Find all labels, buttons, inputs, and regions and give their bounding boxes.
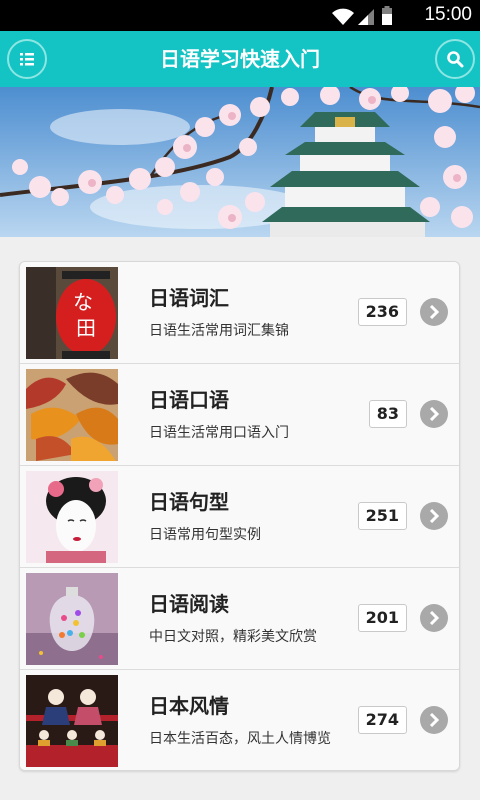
page-title: 日语学习快速入门 (160, 47, 320, 71)
item-title: 日语口语 (149, 388, 229, 412)
item-description: 日本生活百态，风土人情博览 (149, 731, 331, 747)
count-badge: 201 (357, 604, 407, 632)
confetti-jar-image (26, 573, 118, 665)
list-item[interactable]: 日语阅读 中日文对照，精彩美文欣赏 201 (20, 568, 459, 670)
thumbnail-lantern: な 田 (26, 267, 118, 359)
thumbnail-leaves (26, 369, 118, 461)
count-badge: 251 (357, 502, 407, 530)
item-title: 日语句型 (149, 490, 229, 514)
item-description: 日语常用句型实例 (149, 527, 261, 543)
chevron-right-icon[interactable] (420, 502, 448, 530)
chevron-right-icon[interactable] (420, 604, 448, 632)
list-item[interactable]: 日本风情 日本生活百态，风土人情博览 274 (20, 670, 459, 770)
status-time: 15:00 (424, 4, 472, 25)
status-bar: 15:00 (0, 0, 480, 31)
chevron-right-icon[interactable] (420, 706, 448, 734)
item-description: 中日文对照，精彩美文欣赏 (149, 629, 317, 645)
list-item[interactable]: 日语句型 日语常用句型实例 251 (20, 466, 459, 568)
status-icons (330, 6, 396, 26)
svg-text:な: な (73, 290, 93, 314)
geisha-image (26, 471, 118, 563)
item-description: 日语生活常用口语入门 (149, 425, 289, 441)
count-badge: 236 (357, 298, 407, 326)
hina-dolls-image (26, 675, 118, 767)
count-badge: 274 (357, 706, 407, 734)
search-icon (447, 51, 464, 68)
thumbnail-confetti-jar (26, 573, 118, 665)
cherry-blossom-castle-image (0, 87, 480, 237)
banner-image (0, 87, 480, 237)
wifi-signal-battery-icon (332, 6, 392, 25)
count-badge: 83 (368, 400, 407, 428)
item-title: 日语阅读 (149, 592, 229, 616)
item-description: 日语生活常用词汇集锦 (149, 323, 289, 339)
thumbnail-geisha (26, 471, 118, 563)
thumbnail-dolls (26, 675, 118, 767)
chevron-right-icon[interactable] (420, 400, 448, 428)
item-title: 日本风情 (149, 694, 229, 718)
svg-text:田: 田 (76, 316, 96, 340)
autumn-leaves-image (26, 369, 118, 461)
item-title: 日语词汇 (149, 286, 229, 310)
category-list: な 田 日语词汇 日语生活常用词汇集锦 236 日语口语 日语生活常用口语入门 … (19, 261, 460, 771)
list-item[interactable]: な 田 日语词汇 日语生活常用词汇集锦 236 (20, 262, 459, 364)
chevron-right-icon[interactable] (420, 298, 448, 326)
lantern-image: な 田 (26, 267, 118, 359)
search-button[interactable] (435, 39, 475, 79)
list-item[interactable]: 日语口语 日语生活常用口语入门 83 (20, 364, 459, 466)
app-header: 日语学习快速入门 (0, 31, 480, 87)
